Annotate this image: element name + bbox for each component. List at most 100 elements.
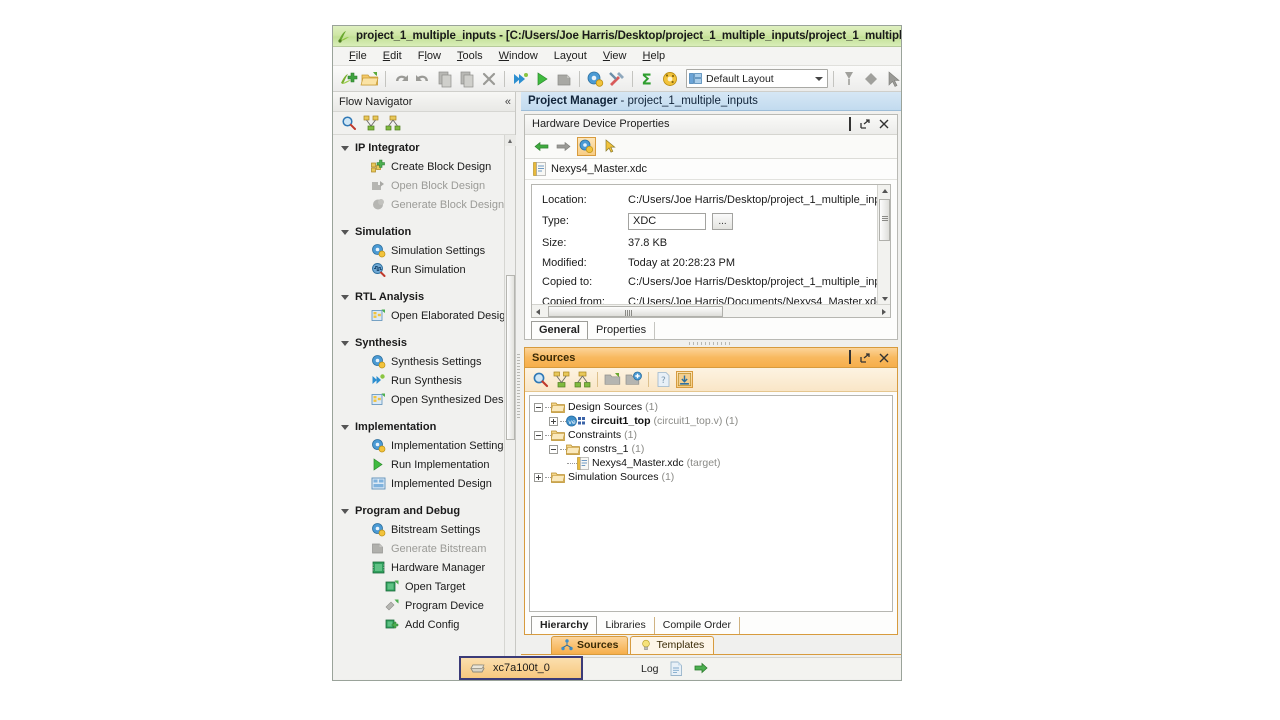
marker-icon[interactable] xyxy=(839,69,859,89)
collapse-toggle-icon[interactable] xyxy=(534,430,543,440)
expand-all-icon[interactable] xyxy=(385,115,401,131)
sources-tree[interactable]: Design Sources (1) ve circuit1_top (circ… xyxy=(529,395,893,613)
flow-item-open-elaborated-design[interactable]: Open Elaborated Design xyxy=(333,306,511,325)
properties-vertical-scrollbar[interactable] xyxy=(877,184,890,306)
horizontal-splitter[interactable] xyxy=(521,340,901,347)
vertical-splitter[interactable] xyxy=(516,92,521,679)
search-icon[interactable] xyxy=(341,115,357,131)
open-folder-icon[interactable] xyxy=(604,371,621,388)
hdp-tabstrip[interactable]: General Properties xyxy=(525,318,897,340)
bottom-dock-tabs[interactable]: Sources Templates xyxy=(521,635,901,656)
flow-item-bitstream-settings[interactable]: Bitstream Settings xyxy=(333,520,515,539)
expand-toggle-icon[interactable] xyxy=(549,416,558,426)
run-icon[interactable] xyxy=(694,661,709,676)
flow-item-generate-block-design[interactable]: Generate Block Design xyxy=(333,195,515,214)
run-implementation-icon[interactable] xyxy=(532,69,552,89)
tree-row-simulation-sources[interactable]: Simulation Sources (1) xyxy=(534,470,892,484)
scroll-thumb[interactable] xyxy=(506,275,515,440)
tree-row-constraints[interactable]: Constraints (1) xyxy=(534,428,892,442)
project-settings-icon[interactable] xyxy=(660,69,680,89)
tree-row-circuit1-top[interactable]: ve circuit1_top (circuit1_top.v) (1) xyxy=(534,414,892,428)
file-icon[interactable]: ? xyxy=(655,371,672,388)
flow-navigator-toolbar[interactable] xyxy=(333,112,515,135)
collapse-all-icon[interactable] xyxy=(553,371,570,388)
flow-item-open-synthesized-design-row[interactable]: Open Synthesized Desig xyxy=(333,390,515,409)
flow-item-open-target[interactable]: Open Target xyxy=(333,577,515,596)
flow-item-run-synthesis[interactable]: Run Synthesis xyxy=(333,371,515,390)
new-project-icon[interactable] xyxy=(338,69,358,89)
add-sources-icon[interactable] xyxy=(625,371,642,388)
flow-group-implementation[interactable]: Implementation xyxy=(333,418,515,436)
device-chip-tab[interactable]: xc7a100t_0 xyxy=(459,656,583,680)
flow-item-hardware-manager[interactable]: Hardware Manager xyxy=(333,558,485,577)
maximize-icon[interactable] xyxy=(849,116,851,131)
menu-file[interactable]: FFileile xyxy=(341,49,375,63)
undo-icon[interactable] xyxy=(391,69,411,89)
menu-flow[interactable]: Flow xyxy=(410,49,449,63)
tree-row-design-sources[interactable]: Design Sources (1) xyxy=(534,400,892,414)
cursor-icon[interactable] xyxy=(883,69,901,89)
dock-tab-templates[interactable]: Templates xyxy=(630,636,715,655)
float-icon[interactable] xyxy=(860,119,870,130)
report-sum-icon[interactable]: Σ xyxy=(638,69,658,89)
scroll-thumb[interactable] xyxy=(548,306,723,318)
console-label[interactable]: Log xyxy=(641,663,659,675)
scroll-thumb[interactable] xyxy=(879,198,890,241)
scroll-right-icon[interactable] xyxy=(882,309,886,316)
flow-navigator-tree[interactable]: IP Integrator Create Block Design Open B… xyxy=(333,135,515,679)
tools-icon[interactable] xyxy=(607,69,627,89)
flow-item-implemented-design[interactable]: Implemented Design xyxy=(333,474,492,493)
expand-all-icon[interactable] xyxy=(574,371,591,388)
tab-hierarchy[interactable]: Hierarchy xyxy=(531,616,598,635)
flow-item-run-simulation[interactable]: Run Simulation xyxy=(333,260,515,279)
dock-tab-sources[interactable]: Sources xyxy=(551,636,629,655)
tab-properties[interactable]: Properties xyxy=(588,322,656,340)
layout-combo[interactable]: Default Layout xyxy=(686,69,828,88)
flow-group-program-and-debug[interactable]: Program and Debug xyxy=(333,502,515,520)
menu-window[interactable]: Window xyxy=(491,49,546,63)
flow-item-implementation-settings[interactable]: Implementation Settings xyxy=(333,436,515,455)
scroll-up-button[interactable] xyxy=(505,135,516,146)
redo-icon[interactable] xyxy=(413,69,433,89)
flow-group-synthesis[interactable]: Synthesis xyxy=(333,334,515,352)
collapse-toggle-icon[interactable] xyxy=(549,444,558,454)
flow-item-run-implementation[interactable]: Run Implementation xyxy=(333,455,515,474)
scroll-left-icon[interactable] xyxy=(536,309,540,316)
flow-item-hardware-manager-row[interactable]: Hardware Manager xyxy=(333,558,515,577)
flow-item-add-configuration[interactable]: Add Config xyxy=(333,615,515,634)
float-icon[interactable] xyxy=(860,353,870,363)
generate-bitstream-icon[interactable] xyxy=(554,69,574,89)
flow-item-implemented-design-row[interactable]: Implemented Design xyxy=(333,474,515,493)
flow-group-rtl-analysis[interactable]: RTL Analysis xyxy=(333,288,515,306)
hdp-properties-box[interactable]: Location: C:/Users/Joe Harris/Desktop/pr… xyxy=(531,183,891,319)
main-toolbar[interactable]: Σ Default Layout xyxy=(333,66,901,92)
browse-type-button[interactable]: ... xyxy=(712,212,733,230)
expand-toggle-icon[interactable] xyxy=(534,472,543,482)
paste-icon[interactable] xyxy=(457,69,477,89)
flow-item-simulation-settings[interactable]: Simulation Settings xyxy=(333,241,515,260)
flow-item-program-device[interactable]: Program Device xyxy=(333,596,515,615)
menu-layout[interactable]: Layout xyxy=(546,49,595,63)
tree-row-nexys4-master-xdc[interactable]: Nexys4_Master.xdc (target) xyxy=(534,456,892,471)
sources-tabstrip[interactable]: Hierarchy Libraries Compile Order xyxy=(525,614,897,635)
hdp-current-file[interactable]: Nexys4_Master.xdc xyxy=(525,159,897,180)
sources-toolbar[interactable]: ? xyxy=(525,368,897,393)
flow-navigator-scrollbar[interactable] xyxy=(504,135,516,679)
flow-group-simulation[interactable]: Simulation xyxy=(333,223,515,241)
tab-libraries[interactable]: Libraries xyxy=(597,617,655,635)
menubar[interactable]: FFileile Edit Flow Tools Window Layout V… xyxy=(333,47,901,66)
menu-help[interactable]: Help xyxy=(635,49,674,63)
tab-compile-order[interactable]: Compile Order xyxy=(655,617,741,635)
sources-window-buttons[interactable] xyxy=(840,350,893,365)
hdp-window-buttons[interactable] xyxy=(840,116,893,131)
scroll-up-icon[interactable] xyxy=(882,188,888,193)
flow-item-create-block-design[interactable]: Create Block Design xyxy=(333,157,515,176)
search-icon[interactable] xyxy=(532,371,549,388)
flow-item-open-synthesized-design[interactable]: Open Synthesized Desig xyxy=(333,390,512,409)
hdp-toolbar[interactable] xyxy=(525,134,897,159)
properties-icon[interactable] xyxy=(577,136,596,156)
tab-general[interactable]: General xyxy=(531,321,588,340)
settings-icon[interactable] xyxy=(585,69,605,89)
type-field[interactable]: XDC xyxy=(628,212,706,230)
flow-item-synthesis-settings[interactable]: Synthesis Settings xyxy=(333,352,515,371)
